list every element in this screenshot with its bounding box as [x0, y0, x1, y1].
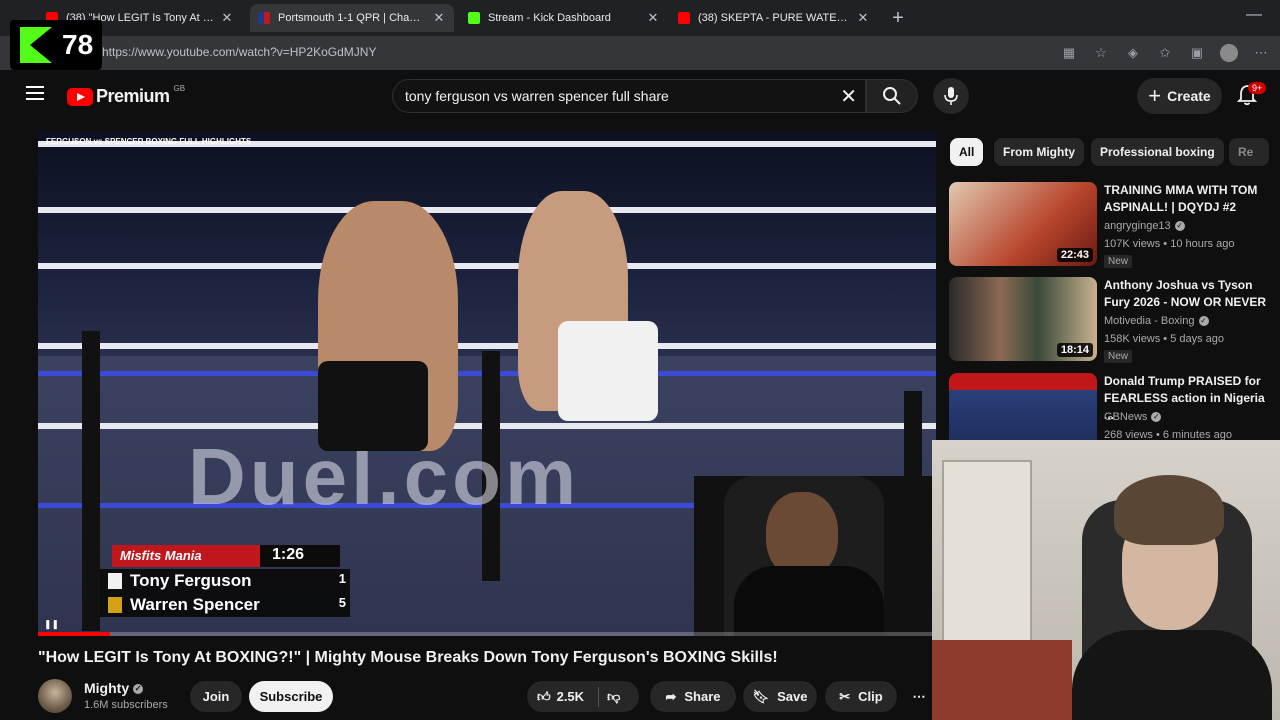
- video-title: "How LEGIT Is Tony At BOXING?!" | Mighty…: [38, 649, 778, 666]
- tab-portsmouth-qpr[interactable]: Portsmouth 1-1 QPR | Championship ✕: [250, 4, 454, 32]
- more-menu-icon[interactable]: ⋯: [1252, 44, 1270, 62]
- youtube-play-icon: [67, 87, 93, 106]
- like-button[interactable]: 👍︎ 2.5K: [537, 689, 584, 705]
- collections-icon[interactable]: ▣: [1188, 44, 1206, 62]
- dislike-button[interactable]: 👎︎: [607, 689, 620, 705]
- new-badge: New: [1104, 255, 1133, 268]
- verified-check-icon: ✓: [1174, 221, 1185, 232]
- related-title[interactable]: TRAINING MMA WITH TOM ASPINALL! | DQYDJ …: [1104, 182, 1276, 216]
- related-channel: angrygingе13 ✓: [1104, 220, 1185, 232]
- like-dislike-group: 👍︎ 2.5K 👎︎: [527, 681, 639, 712]
- thumbs-down-icon: 👎︎: [607, 688, 621, 704]
- related-video-item[interactable]: 22:43 TRAINING MMA WITH TOM ASPINALL! | …: [949, 182, 1279, 268]
- kick-logo-icon: [20, 27, 52, 63]
- plus-icon: +: [1148, 83, 1162, 108]
- share-arrow-icon: ➦: [665, 688, 677, 704]
- guest-webcam-overlay: [694, 476, 936, 636]
- related-video-item[interactable]: 18:14 Anthony Joshua vs Tyson Fury 2026 …: [949, 277, 1279, 363]
- bookmark-star-icon[interactable]: ☆: [1092, 44, 1110, 62]
- streamer-webcam: [932, 440, 1280, 720]
- channel-name[interactable]: Mighty ✓: [84, 680, 144, 696]
- fight-scoreboard: Misfits Mania 1:26 Tony Ferguson 1 Warre…: [90, 545, 360, 617]
- video-progress-fill: [38, 632, 110, 636]
- clip-button[interactable]: ✂ Clip: [825, 681, 897, 712]
- related-thumbnail[interactable]: 22:43: [949, 182, 1097, 266]
- save-button[interactable]: 🔖︎ Save: [743, 681, 817, 712]
- more-actions-button[interactable]: ⋯: [903, 681, 935, 712]
- screen: (38) "How LEGIT Is Tony At BOXING ✕ Port…: [0, 0, 1280, 720]
- scissors-icon: ✂: [839, 688, 851, 704]
- more-icon: ⋯: [912, 688, 926, 704]
- address-bar[interactable]: https://www.youtube.com/watch?v=HP2KoGdM…: [102, 45, 376, 59]
- new-tab-icon[interactable]: +: [888, 7, 908, 30]
- kick-viewer-overlay: 78: [10, 20, 102, 70]
- viewer-count: 78: [62, 29, 94, 60]
- tab-kick-dashboard[interactable]: Stream - Kick Dashboard ✕: [462, 4, 666, 32]
- round-clock: 1:26: [260, 545, 340, 567]
- chip-all[interactable]: All: [950, 138, 984, 166]
- close-tab-icon[interactable]: ✕: [432, 10, 446, 26]
- close-tab-icon[interactable]: ✕: [220, 10, 234, 26]
- menu-icon[interactable]: [26, 86, 44, 100]
- video-player[interactable]: Duel.com FERGUSON vs SPENCER BOXING FULL…: [38, 131, 936, 636]
- related-channel: GBNews ✓: [1104, 411, 1162, 423]
- share-button[interactable]: ➦ Share: [650, 681, 736, 712]
- kick-favicon-icon: [468, 12, 480, 24]
- fighter2-flag-icon: [108, 597, 122, 613]
- search-box[interactable]: tony ferguson vs warren spencer full sha…: [392, 79, 866, 113]
- pause-icon[interactable]: ❚❚: [44, 619, 59, 630]
- related-title[interactable]: Anthony Joshua vs Tyson Fury 2026 - NOW …: [1104, 277, 1276, 311]
- scoreboard-row-fighter1: Tony Ferguson 1: [100, 569, 350, 593]
- fighter1-flag-icon: [108, 573, 122, 589]
- related-meta: 158K views • 5 days ago: [1104, 333, 1225, 345]
- browser-toolbar-icons: ▦ ☆ ◈ ✩ ▣ ⋯: [1060, 44, 1270, 62]
- bookmark-icon: 🔖︎: [752, 688, 770, 704]
- close-tab-icon[interactable]: ✕: [856, 10, 870, 26]
- video-progress-bar[interactable]: [38, 632, 936, 636]
- chip-related[interactable]: Re: [1229, 138, 1269, 166]
- verified-check-icon: ✓: [1198, 316, 1209, 327]
- youtube-header: Premium GB tony ferguson vs warren spenc…: [0, 70, 1280, 122]
- new-badge: New: [1104, 350, 1133, 363]
- subscriber-count: 1.6M subscribers: [84, 699, 168, 711]
- youtube-premium-logo[interactable]: Premium GB: [67, 84, 185, 107]
- search-icon: [883, 87, 901, 105]
- app-grid-icon[interactable]: ▦: [1060, 44, 1078, 62]
- youtube-favicon-icon: [678, 12, 690, 24]
- close-tab-icon[interactable]: ✕: [646, 10, 660, 26]
- minimize-window-icon[interactable]: —: [1246, 6, 1262, 24]
- clear-search-icon[interactable]: ✕: [840, 84, 857, 109]
- scoreboard-row-fighter2: Warren Spencer 5: [100, 593, 350, 617]
- verified-check-icon: ✓: [1151, 412, 1162, 423]
- related-thumbnail[interactable]: [949, 373, 1097, 441]
- related-meta: 107K views • 10 hours ago: [1104, 238, 1235, 250]
- notification-count-badge: 9+: [1248, 82, 1267, 94]
- voice-search-button[interactable]: [933, 78, 969, 114]
- video-caption: FERGUSON vs SPENCER BOXING FULL HIGHLIGH…: [46, 137, 252, 146]
- verified-check-icon: ✓: [133, 684, 144, 695]
- profile-avatar[interactable]: [1220, 44, 1238, 62]
- browser-tab-strip: (38) "How LEGIT Is Tony At BOXING ✕ Port…: [0, 0, 1280, 36]
- join-button[interactable]: Join: [190, 681, 242, 712]
- search-input[interactable]: tony ferguson vs warren spencer full sha…: [405, 88, 669, 104]
- tab-skepta[interactable]: (38) SKEPTA - PURE WATER - YouTube ✕: [672, 4, 876, 32]
- subscribe-button[interactable]: Subscribe: [249, 681, 333, 712]
- extension-icon[interactable]: ◈: [1124, 44, 1142, 62]
- create-button[interactable]: + Create: [1137, 78, 1222, 114]
- address-bar-row: https://www.youtube.com/watch?v=HP2KoGdM…: [0, 36, 1280, 70]
- related-video-item[interactable]: Donald Trump PRAISED for FEARLESS action…: [949, 373, 1279, 441]
- chip-professional-boxing[interactable]: Professional boxing: [1091, 138, 1224, 166]
- page-favicon-icon: [258, 12, 270, 24]
- related-channel: Motivedia - Boxing ✓: [1104, 315, 1209, 327]
- channel-avatar[interactable]: [38, 679, 72, 713]
- microphone-icon: [944, 87, 958, 105]
- chip-from-mighty[interactable]: From Mighty: [994, 138, 1084, 166]
- search-button[interactable]: [866, 79, 918, 113]
- event-name: Misfits Mania: [112, 545, 260, 567]
- favorites-icon[interactable]: ✩: [1156, 44, 1174, 62]
- thumbs-up-icon: 👍︎: [537, 688, 551, 704]
- related-thumbnail[interactable]: 18:14: [949, 277, 1097, 361]
